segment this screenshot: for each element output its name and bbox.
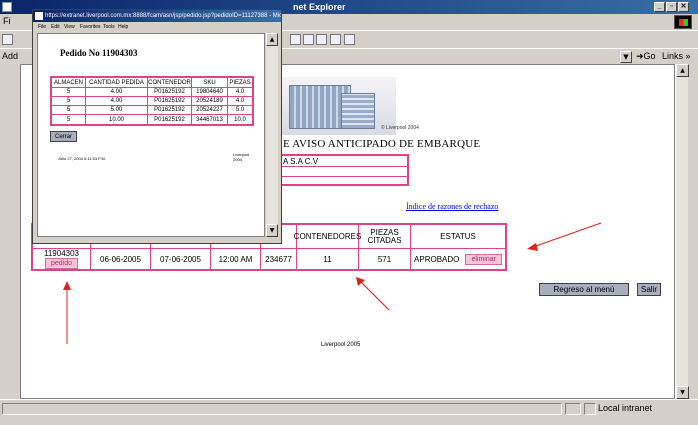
- popup-menu-file[interactable]: File: [38, 24, 46, 30]
- table-cell: 5.00: [86, 106, 148, 115]
- arrow-estatus: [532, 222, 602, 248]
- popup-content: Pedido No 11904303 ALMACEN CANTIDAD PEDI…: [37, 33, 265, 237]
- table-cell: 5: [52, 88, 86, 97]
- table-cell: 4.0: [228, 88, 252, 97]
- popup-footer-line2: 2004: [233, 157, 242, 162]
- screen: net Explorer _ ▫ ✕ Fi Add ▼ ➜Go Links » …: [0, 0, 698, 425]
- scroll-down-icon[interactable]: ▼: [676, 386, 689, 399]
- popup-menu-view[interactable]: View: [64, 24, 75, 30]
- pedido-popup-window: https://extranet.liverpool.com.mx:8888/f…: [32, 9, 282, 244]
- close-button[interactable]: ✕: [678, 2, 689, 12]
- table-cell: 34467013: [192, 115, 228, 124]
- back-icon[interactable]: [2, 34, 13, 45]
- table-cell: 4.00: [86, 97, 148, 106]
- col-contenedor: CONTENEDOR: [148, 78, 192, 88]
- popup-menu-help[interactable]: Help: [118, 24, 128, 30]
- popup-titlebar: https://extranet.liverpool.com.mx:8888/f…: [33, 10, 281, 22]
- edit-icon[interactable]: [330, 34, 341, 45]
- popup-menu-tools[interactable]: Tools: [103, 24, 115, 30]
- table-cell: 10.0: [234, 116, 246, 123]
- status-bar: Local intranet: [0, 399, 698, 417]
- col-almacen: ALMACEN: [52, 78, 86, 88]
- col-piezas: PIEZAS: [228, 78, 252, 88]
- table-cell: P01625192: [148, 88, 192, 97]
- lock-icon: [584, 403, 596, 415]
- table-cell: 20524189: [192, 97, 228, 106]
- table-cell: 10.00: [86, 115, 148, 124]
- minimize-button[interactable]: _: [654, 2, 665, 12]
- print-icon[interactable]: [316, 34, 327, 45]
- arrow-table: [359, 280, 390, 311]
- table-cell: 4.0: [228, 97, 252, 106]
- table-cell: 5: [52, 106, 86, 115]
- table-cell: 4.00: [86, 88, 148, 97]
- popup-date: Julio 27, 2004 5:11:53 P.M.: [58, 156, 106, 161]
- popup-scroll-down-icon[interactable]: ▼: [266, 224, 278, 237]
- col-cantidad: CANTIDAD PEDIDA: [86, 78, 148, 88]
- status-seg: [565, 403, 581, 415]
- popup-items-table: ALMACEN CANTIDAD PEDIDA CONTENEDOR SKU P…: [50, 76, 254, 126]
- ie-logo-icon: [2, 2, 12, 12]
- popup-heading: Pedido No 11904303: [60, 48, 138, 58]
- table-cell: 5: [52, 115, 86, 124]
- ie-window-title: net Explorer: [293, 2, 346, 12]
- popup-scroll-up-icon[interactable]: ▲: [266, 33, 278, 46]
- status-main: [2, 403, 562, 415]
- address-dropdown-icon[interactable]: ▼: [620, 51, 632, 63]
- status-zone: Local intranet: [598, 403, 653, 413]
- discuss-icon[interactable]: [344, 34, 355, 45]
- popup-menubar: File Edit View Favorites Tools Help: [33, 22, 281, 33]
- maximize-button[interactable]: ▫: [666, 2, 677, 12]
- table-cell: P01625192: [148, 97, 192, 106]
- arrow-estatus-head: [527, 243, 538, 251]
- table-cell: 5.0: [228, 106, 252, 115]
- mail-icon[interactable]: [303, 34, 314, 45]
- address-label: Add: [2, 51, 19, 61]
- table-cell: P01625192: [148, 115, 192, 124]
- scroll-up-icon[interactable]: ▲: [676, 64, 689, 77]
- windows-logo-icon: [674, 15, 692, 29]
- popup-scrollbar[interactable]: ▲ ▼: [266, 33, 278, 237]
- history-icon[interactable]: [290, 34, 301, 45]
- table-cell: 20524227: [192, 106, 228, 115]
- popup-footer: Liverpool 2004: [233, 152, 249, 162]
- left-strip: [0, 64, 20, 399]
- popup-title: https://extranet.liverpool.com.mx:8888/f…: [45, 13, 281, 19]
- col-sku: SKU: [192, 78, 228, 88]
- table-cell: 5: [52, 97, 86, 106]
- menu-file[interactable]: Fi: [3, 16, 11, 26]
- table-cell: P01625192: [148, 106, 192, 115]
- close-popup-button[interactable]: Cerrar: [50, 131, 77, 142]
- links-button[interactable]: Links »: [662, 51, 691, 61]
- go-button[interactable]: ➜Go: [636, 51, 656, 62]
- popup-menu-edit[interactable]: Edit: [51, 24, 60, 30]
- arrow-pedido-head: [63, 281, 71, 290]
- table-cell: 19804640: [192, 88, 228, 97]
- vertical-scrollbar[interactable]: ▲ ▼: [675, 64, 689, 399]
- popup-ie-icon: [35, 12, 43, 20]
- popup-menu-favorites[interactable]: Favorites: [80, 24, 101, 30]
